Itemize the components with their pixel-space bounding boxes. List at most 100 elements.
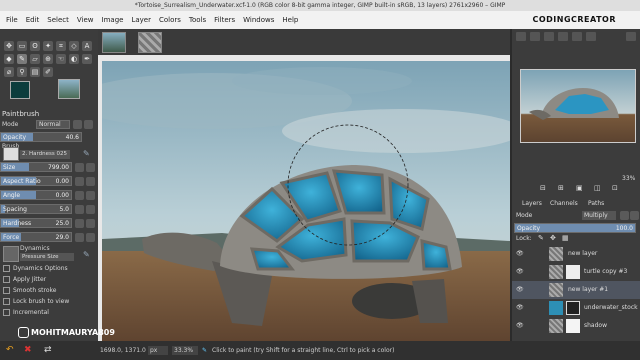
- visibility-eye-icon[interactable]: 👁: [516, 286, 524, 293]
- aspect-ratio-slider[interactable]: Aspect Ratio 0.00: [0, 176, 72, 186]
- menu-windows[interactable]: Windows: [239, 11, 278, 29]
- tab-channels[interactable]: Channels: [550, 200, 578, 207]
- angle-reset-icon[interactable]: [75, 191, 84, 200]
- layer-row[interactable]: 👁 new layer: [512, 245, 640, 263]
- edit-dynamics-icon[interactable]: ✎: [83, 250, 90, 259]
- lock-brush-checkbox[interactable]: Lock brush to view: [3, 298, 69, 305]
- unit-select[interactable]: px: [148, 346, 168, 355]
- smooth-stroke-checkbox[interactable]: Smooth stroke: [3, 287, 57, 294]
- zoom-tool-icon[interactable]: ⚲: [17, 67, 27, 77]
- zoom-in-icon[interactable]: ⊞: [558, 184, 564, 192]
- lock-pixels-icon[interactable]: ✎: [538, 234, 544, 242]
- aspect-ratio-reset-icon[interactable]: [75, 177, 84, 186]
- menu-edit[interactable]: Edit: [22, 11, 44, 29]
- size-reset-icon[interactable]: [75, 163, 84, 172]
- zoom-100-icon[interactable]: ◫: [594, 184, 601, 192]
- angle-slider[interactable]: Angle 0.00: [0, 190, 72, 200]
- dynamics-options-toggle[interactable]: Dynamics Options: [3, 265, 68, 272]
- lock-position-icon[interactable]: ✥: [550, 234, 556, 242]
- visibility-eye-icon[interactable]: 👁: [516, 250, 524, 257]
- force-reset-icon[interactable]: [75, 233, 84, 242]
- dock-tab-undo[interactable]: [530, 32, 540, 41]
- color-picker-tool-icon[interactable]: ⌀: [4, 67, 14, 77]
- image-tab-untitled[interactable]: [138, 32, 162, 53]
- rect-select-tool-icon[interactable]: ▭: [17, 41, 27, 51]
- spacing-slider[interactable]: Spacing 5.0: [0, 204, 72, 214]
- foreground-color-swatch[interactable]: [10, 81, 30, 99]
- navigator-preview[interactable]: [520, 69, 636, 143]
- visibility-eye-icon[interactable]: 👁: [516, 322, 524, 329]
- menu-view[interactable]: View: [73, 11, 98, 29]
- force-slider[interactable]: Force 29.0: [0, 232, 72, 242]
- crop-tool-icon[interactable]: ⌗: [56, 41, 66, 51]
- zoom-fit-icon[interactable]: ▣: [576, 184, 583, 192]
- opacity-slider[interactable]: Opacity 40.6: [0, 132, 82, 142]
- fuzzy-select-tool-icon[interactable]: ✦: [43, 41, 53, 51]
- tab-layers[interactable]: Layers: [522, 200, 542, 207]
- layer-row[interactable]: 👁 underwater_stock: [512, 299, 640, 317]
- swap-icon[interactable]: ⇄: [44, 341, 52, 360]
- visibility-eye-icon[interactable]: 👁: [516, 304, 524, 311]
- dodge-burn-tool-icon[interactable]: ◐: [69, 54, 79, 64]
- visibility-eye-icon[interactable]: 👁: [516, 268, 524, 275]
- menu-file[interactable]: File: [2, 11, 22, 29]
- menu-select[interactable]: Select: [43, 11, 73, 29]
- hardness-slider[interactable]: Hardness 25.0: [0, 218, 72, 228]
- aspect-ratio-link-icon[interactable]: [86, 177, 95, 186]
- mode-select[interactable]: Normal: [36, 120, 70, 129]
- layer-mode-chain-icon[interactable]: [630, 211, 639, 220]
- menu-colors[interactable]: Colors: [155, 11, 185, 29]
- hardness-reset-icon[interactable]: [75, 219, 84, 228]
- mode-reset-icon[interactable]: [73, 120, 82, 129]
- ink-tool-icon[interactable]: ✐: [43, 67, 53, 77]
- layer-row[interactable]: 👁 shadow: [512, 317, 640, 335]
- layer-opacity-slider[interactable]: Opacity 100.0: [514, 223, 636, 233]
- lasso-tool-icon[interactable]: ʘ: [30, 41, 40, 51]
- menu-layer[interactable]: Layer: [127, 11, 155, 29]
- smudge-tool-icon[interactable]: ☜: [56, 54, 66, 64]
- zoom-select[interactable]: 33.3%: [172, 346, 198, 355]
- incremental-checkbox[interactable]: Incremental: [3, 309, 49, 316]
- size-slider[interactable]: Size 799.00: [0, 162, 72, 172]
- paths-tool-icon[interactable]: ✒: [82, 54, 92, 64]
- spacing-reset-icon[interactable]: [75, 205, 84, 214]
- paintbrush-tool-icon[interactable]: ✎: [17, 54, 27, 64]
- layer-mode-select[interactable]: Multiply: [582, 211, 616, 220]
- dock-tab-pointer[interactable]: [586, 32, 596, 41]
- eraser-tool-icon[interactable]: ▱: [30, 54, 40, 64]
- layer-row[interactable]: 👁 turtle copy #3: [512, 263, 640, 281]
- dock-tab-navigator[interactable]: [516, 32, 526, 41]
- shrink-wrap-icon[interactable]: ⊡: [612, 184, 618, 192]
- text-tool-icon[interactable]: A: [82, 41, 92, 51]
- menu-tools[interactable]: Tools: [185, 11, 210, 29]
- edit-brush-icon[interactable]: ✎: [83, 149, 90, 158]
- dock-tab-document[interactable]: [558, 32, 568, 41]
- force-link-icon[interactable]: [86, 233, 95, 242]
- dynamics-preview[interactable]: [3, 246, 19, 262]
- undo-icon[interactable]: ↶: [6, 341, 14, 360]
- dock-menu-icon[interactable]: [626, 32, 636, 41]
- reset-icon[interactable]: ✖: [24, 341, 32, 360]
- image-canvas[interactable]: [102, 61, 510, 341]
- hardness-link-icon[interactable]: [86, 219, 95, 228]
- zoom-out-icon[interactable]: ⊟: [540, 184, 546, 192]
- clone-tool-icon[interactable]: ⊕: [43, 54, 53, 64]
- layer-row-selected[interactable]: 👁 new layer #1: [512, 281, 640, 299]
- transform-tool-icon[interactable]: ◇: [69, 41, 79, 51]
- angle-link-icon[interactable]: [86, 191, 95, 200]
- menu-image[interactable]: Image: [98, 11, 128, 29]
- spacing-link-icon[interactable]: [86, 205, 95, 214]
- brush-preview[interactable]: [3, 147, 19, 161]
- move-tool-icon[interactable]: ✥: [4, 41, 14, 51]
- dock-tab-images[interactable]: [544, 32, 554, 41]
- lock-alpha-icon[interactable]: ▦: [562, 234, 569, 242]
- gradient-tool-icon[interactable]: ▤: [30, 67, 40, 77]
- image-tab-tortoise[interactable]: [102, 32, 126, 53]
- dock-tab-history[interactable]: [572, 32, 582, 41]
- size-link-icon[interactable]: [86, 163, 95, 172]
- tab-paths[interactable]: Paths: [588, 200, 604, 207]
- mode-chain-icon[interactable]: [84, 120, 93, 129]
- menu-help[interactable]: Help: [278, 11, 302, 29]
- menu-filters[interactable]: Filters: [210, 11, 239, 29]
- bucket-fill-tool-icon[interactable]: ◆: [4, 54, 14, 64]
